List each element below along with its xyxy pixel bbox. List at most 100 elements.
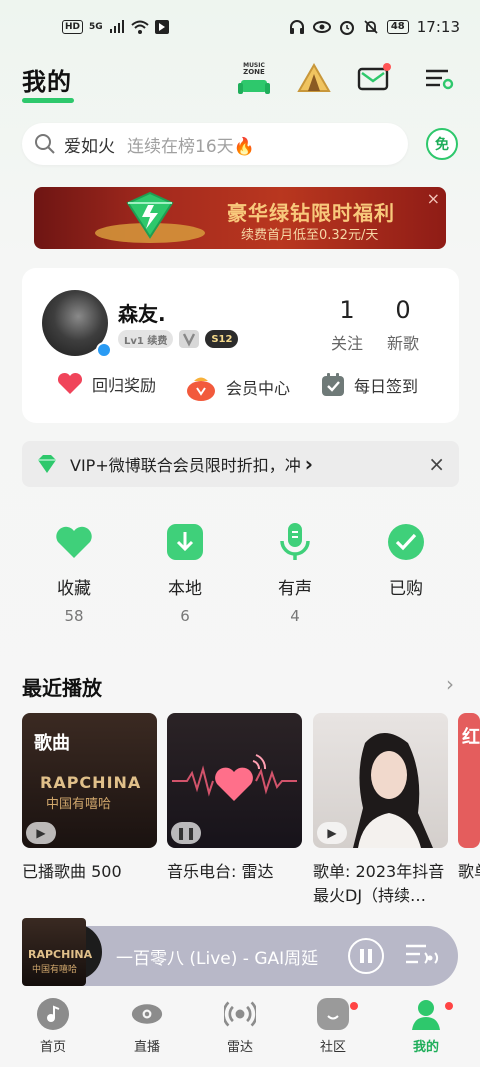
heart-icon — [54, 522, 94, 562]
check-icon — [386, 522, 426, 562]
menu-icon — [426, 69, 454, 90]
player-cover[interactable]: RAPCHINA 中国有嘻哈 — [22, 918, 102, 986]
shortcut-label: 有声 — [278, 579, 312, 599]
shortcut-audio[interactable]: 有声 4 — [255, 522, 335, 625]
recent-caption: 歌单 — [458, 862, 480, 881]
nav-label: 雷达 — [226, 1040, 253, 1055]
vip-promo-close-button[interactable]: × — [428, 452, 445, 476]
recent-card-songs[interactable]: 歌曲 RAPCHINA 中国有嘻哈 ▶ — [22, 713, 157, 848]
status-left: HD 5G — [62, 20, 169, 34]
following-count[interactable]: 1 — [317, 296, 377, 324]
wifi-icon — [131, 20, 149, 34]
signal-icon — [109, 20, 124, 33]
network-indicator: 5G — [89, 22, 103, 32]
member-center-button[interactable]: 会员中心 — [184, 372, 290, 402]
banner-title: 豪华绿钻限时福利 — [227, 201, 395, 225]
nav-mine[interactable]: 我的 — [391, 998, 461, 1055]
new-songs-count[interactable]: 0 — [373, 296, 433, 324]
green-diamond-icon — [95, 191, 205, 243]
nickname[interactable]: 森友. — [118, 298, 166, 327]
profile-card: 森友. Lv1 续费 S12 1 关注 0 新歌 回归奖励 会员中心 每日签到 — [22, 268, 459, 423]
community-notification-dot — [350, 1002, 358, 1010]
cover-logo-sub: 中国有嘻哈 — [46, 797, 112, 812]
calendar-check-icon — [322, 373, 344, 396]
page-title: 我的 — [22, 68, 72, 96]
nav-live[interactable]: 直播 — [112, 998, 182, 1055]
search-query: 爱如火 — [64, 136, 115, 157]
clock: 17:13 — [416, 18, 460, 36]
camp-button[interactable] — [294, 58, 334, 98]
cover-label: 红 — [462, 727, 480, 748]
vip-promo-arrow: › — [304, 452, 313, 476]
download-icon — [165, 522, 205, 562]
following-label: 关注 — [330, 334, 363, 353]
recent-caption: 音乐电台: 雷达 — [167, 862, 274, 881]
shortcut-purchased[interactable]: 已购 — [366, 522, 446, 607]
level-badge[interactable]: Lv1 续费 — [118, 330, 174, 348]
return-reward-label: 回归奖励 — [92, 376, 157, 395]
mail-icon — [357, 63, 391, 91]
nav-home[interactable]: 首页 — [18, 998, 88, 1055]
badge-row: Lv1 续费 S12 — [118, 330, 239, 348]
pause-icon — [360, 949, 372, 963]
svg-text:ZONE: ZONE — [243, 68, 265, 76]
music-zone-button[interactable]: MUSIC ZONE — [234, 58, 274, 98]
shortcut-local[interactable]: 本地 6 — [145, 522, 225, 625]
player-cover-logo: RAPCHINA — [28, 948, 93, 961]
recent-section-title: 最近播放 — [22, 676, 102, 700]
recent-caption: 歌单: 2023年抖音最火DJ（持续… — [313, 862, 445, 905]
nav-community[interactable]: 社区 — [298, 998, 368, 1055]
play-icon[interactable]: ▶ — [317, 822, 347, 844]
title-underline — [22, 98, 74, 103]
mute-icon — [364, 20, 378, 34]
shortcut-label: 已购 — [389, 579, 423, 599]
alarm-icon — [339, 21, 354, 35]
shortcut-favorites[interactable]: 收藏 58 — [34, 522, 114, 625]
search-hint: 连续在榜16天🔥 — [127, 136, 255, 157]
diamond-icon — [38, 455, 56, 473]
s-level-badge[interactable]: S12 — [205, 330, 239, 348]
music-zone-icon: MUSIC ZONE — [238, 62, 270, 94]
pause-icon[interactable]: ❚❚ — [171, 822, 201, 844]
pause-button[interactable] — [348, 938, 384, 974]
member-center-label: 会员中心 — [226, 379, 291, 398]
recent-more-arrow[interactable]: › — [446, 672, 454, 696]
recent-caption: 已播歌曲 500 — [22, 862, 122, 881]
banner-close-button[interactable]: × — [427, 189, 440, 208]
nav-radar[interactable]: 雷达 — [205, 998, 275, 1055]
mine-notification-dot — [445, 1002, 453, 1010]
shortcut-count: 6 — [180, 607, 190, 625]
headphones-icon — [289, 20, 304, 34]
v-badge-icon — [179, 330, 200, 348]
recent-card-radio[interactable]: ❚❚ — [167, 713, 302, 848]
playlist-icon — [406, 944, 439, 964]
recent-card-partial[interactable]: 红 — [458, 713, 480, 848]
menu-button[interactable] — [418, 58, 458, 98]
free-mode-button[interactable]: 免 — [426, 128, 458, 160]
community-icon — [317, 998, 349, 1030]
cover-logo: RAPCHINA — [40, 773, 142, 792]
now-playing-title[interactable]: 一百零八 (Live) - GAI周延 — [116, 944, 318, 969]
playlist-button[interactable] — [404, 940, 440, 976]
messages-button[interactable] — [354, 58, 394, 98]
daily-checkin-label: 每日签到 — [354, 377, 419, 396]
avatar-status-icon — [96, 342, 112, 358]
promo-banner[interactable]: 豪华绿钻限时福利 续费首月低至0.32元/天 × — [34, 187, 446, 249]
radar-heart-icon — [172, 754, 297, 801]
eye-icon — [312, 21, 331, 33]
microphone-icon — [275, 522, 315, 562]
daily-checkin-button[interactable]: 每日签到 — [320, 372, 418, 398]
player-cover-sub: 中国有嘻哈 — [32, 965, 78, 975]
vip-promo-strip[interactable]: VIP+微博联合会员限时折扣，冲 › × — [22, 441, 459, 487]
new-songs-label: 新歌 — [386, 334, 419, 353]
nav-label: 我的 — [412, 1040, 439, 1055]
status-bar: HD 5G 48 17:13 — [0, 0, 480, 56]
search-bar[interactable]: 爱如火 连续在榜16天🔥 — [22, 123, 408, 165]
status-right: 48 17:13 — [289, 18, 460, 36]
recent-card-playlist[interactable]: ▶ — [313, 713, 448, 848]
play-icon[interactable]: ▶ — [26, 822, 56, 844]
radar-icon — [224, 998, 256, 1030]
return-reward-button[interactable]: 回归奖励 — [56, 372, 156, 396]
shortcut-label: 收藏 — [57, 579, 91, 599]
cover-label: 歌曲 — [34, 733, 70, 754]
